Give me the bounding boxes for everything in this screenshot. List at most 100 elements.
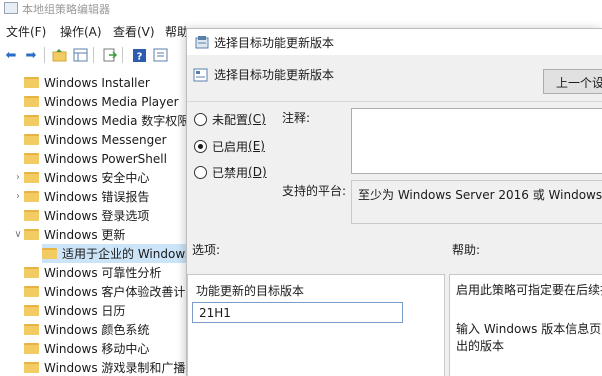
toolbar: ⬅ ➡ ? — [0, 42, 190, 68]
divider — [187, 101, 602, 102]
window-title: 本地组策略编辑器 — [22, 3, 110, 16]
svg-text:?: ? — [136, 51, 142, 62]
help-icon[interactable]: ? — [130, 46, 148, 64]
supported-platform-label: 支持的平台: — [282, 184, 347, 198]
tree-item-label: Windows PowerShell — [44, 151, 167, 166]
radio-circle[interactable] — [194, 112, 207, 126]
tree-item[interactable]: Windows PowerShell — [12, 149, 190, 168]
folder-icon — [24, 343, 39, 354]
folder-icon — [24, 134, 39, 145]
options-label: 选项: — [192, 243, 221, 257]
radio-not-configured[interactable]: 未配置 (C) — [194, 110, 266, 128]
tree-item[interactable]: Windows Media 数字权限 — [12, 111, 190, 130]
policy-tree: Windows Installer Windows Media Player Win… — [0, 70, 190, 376]
tree-item[interactable]: Windows 登录选项 — [12, 206, 190, 225]
policy-setting-icon — [195, 35, 209, 49]
tree-item-label: Windows Media Player — [44, 94, 179, 109]
dialog-title: 选择目标功能更新版本 — [214, 36, 335, 50]
comment-label: 注释: — [282, 111, 311, 125]
tree-item[interactable]: Windows 日历 — [12, 301, 190, 320]
radio-accelerator: (C) — [248, 112, 266, 126]
tree-item-label: Windows Messenger — [44, 132, 167, 147]
folder-icon — [24, 362, 39, 373]
export-icon[interactable] — [100, 46, 118, 64]
tree-item-label: Windows 移动中心 — [44, 342, 150, 356]
forward-arrow-icon[interactable]: ➡ — [22, 46, 40, 64]
folder-icon — [24, 172, 39, 183]
help-text-line: 出的版本 — [456, 339, 505, 353]
properties-icon[interactable] — [151, 46, 169, 64]
tree-item[interactable]: › Windows 安全中心 — [12, 168, 190, 187]
tree-item-label: Windows 游戏录制和广播 — [44, 361, 186, 375]
radio-label: 已启用 — [212, 139, 249, 154]
help-pane: 启用此策略可指定要在后续扫 输入 Windows 版本信息页面 出的版本 — [449, 274, 602, 376]
tree-item-label: Windows 客户体验改善计 — [44, 285, 186, 299]
tree-item[interactable]: › Windows 错误报告 — [12, 187, 190, 206]
previous-setting-button[interactable]: 上一个设 — [543, 69, 602, 94]
folder-icon — [42, 248, 57, 259]
tree-item-label: Windows 可靠性分析 — [44, 266, 162, 280]
menu-view[interactable]: 查看(V) — [113, 23, 155, 40]
folder-up-icon[interactable] — [50, 46, 68, 64]
toolbar-separator — [44, 47, 45, 63]
back-arrow-icon[interactable]: ⬅ — [2, 46, 20, 64]
supported-platform-text: 至少为 Windows Server 2016 或 Windows 10 — [358, 188, 602, 202]
options-pane: 功能更新的目标版本 — [187, 274, 445, 376]
folder-icon — [24, 96, 39, 107]
folder-icon — [24, 77, 39, 88]
folder-icon — [24, 115, 39, 126]
radio-label: 未配置 — [212, 112, 249, 127]
tree-item[interactable]: Windows 颜色系统 — [12, 320, 190, 339]
tree-item[interactable]: Windows 客户体验改善计 — [12, 282, 190, 301]
chevron-down-icon[interactable]: ∨ — [12, 229, 24, 240]
radio-disabled[interactable]: 已禁用 (D) — [194, 163, 267, 181]
policy-setting-dialog: 选择目标功能更新版本 选择目标功能更新版本 上一个设 未配置 (C) 已启用 (E)… — [186, 28, 602, 376]
tree-item[interactable]: ∨ Windows 更新 — [12, 225, 190, 244]
radio-circle-checked[interactable] — [194, 139, 207, 153]
tree-item[interactable]: Windows 可靠性分析 — [12, 263, 190, 282]
tree-item-label: Windows Media 数字权限 — [44, 114, 190, 128]
folder-icon — [24, 286, 39, 297]
help-text-line: 输入 Windows 版本信息页面 — [456, 322, 602, 336]
folder-icon — [24, 305, 39, 316]
toolbar-separator — [122, 47, 123, 63]
menu-action[interactable]: 操作(A) — [60, 23, 102, 40]
menu-file[interactable]: 文件(F) — [6, 23, 46, 40]
comment-textarea[interactable] — [351, 108, 602, 174]
help-label: 帮助: — [452, 243, 481, 257]
folder-icon — [24, 153, 39, 164]
radio-label: 已禁用 — [212, 165, 249, 180]
help-text-line: 启用此策略可指定要在后续扫 — [456, 283, 602, 297]
grid-view-icon[interactable] — [71, 46, 89, 64]
radio-circle[interactable] — [194, 165, 207, 179]
tree-item-label: Windows 更新 — [44, 228, 126, 242]
app-icon — [4, 2, 18, 14]
tree-item-label: Windows 错误报告 — [44, 190, 150, 204]
folder-icon — [24, 229, 39, 240]
target-version-input[interactable] — [192, 302, 403, 323]
tree-item[interactable]: Windows 游戏录制和广播 — [12, 358, 190, 376]
tree-item[interactable]: Windows 移动中心 — [12, 339, 190, 358]
supported-platform-box: 至少为 Windows Server 2016 或 Windows 10 — [351, 180, 602, 224]
target-version-label: 功能更新的目标版本 — [196, 284, 305, 298]
dialog-titlebar: 选择目标功能更新版本 — [187, 29, 602, 55]
radio-enabled[interactable]: 已启用 (E) — [194, 137, 265, 155]
folder-icon — [24, 324, 39, 335]
tree-item[interactable]: Windows Media Player — [12, 92, 190, 111]
setting-header: 选择目标功能更新版本 — [214, 68, 335, 82]
gpedit-titlebar: 本地组策略编辑器 — [0, 0, 602, 18]
tree-item[interactable]: Windows Installer — [12, 73, 190, 92]
folder-icon — [24, 267, 39, 278]
folder-icon — [24, 210, 39, 221]
toolbar-separator — [93, 47, 94, 63]
setting-header-icon — [193, 67, 208, 82]
chevron-right-icon[interactable]: › — [12, 172, 24, 183]
tree-item-label: Windows 颜色系统 — [44, 323, 150, 337]
tree-item-label: Windows 登录选项 — [44, 209, 150, 223]
chevron-right-icon[interactable]: › — [12, 191, 24, 202]
tree-item-label: 适用于企业的 Windows — [62, 247, 190, 261]
radio-accelerator: (D) — [248, 165, 267, 179]
tree-item-selected[interactable]: 适用于企业的 Windows — [42, 244, 190, 263]
tree-item[interactable]: Windows Messenger — [12, 130, 190, 149]
radio-accelerator: (E) — [248, 139, 265, 153]
